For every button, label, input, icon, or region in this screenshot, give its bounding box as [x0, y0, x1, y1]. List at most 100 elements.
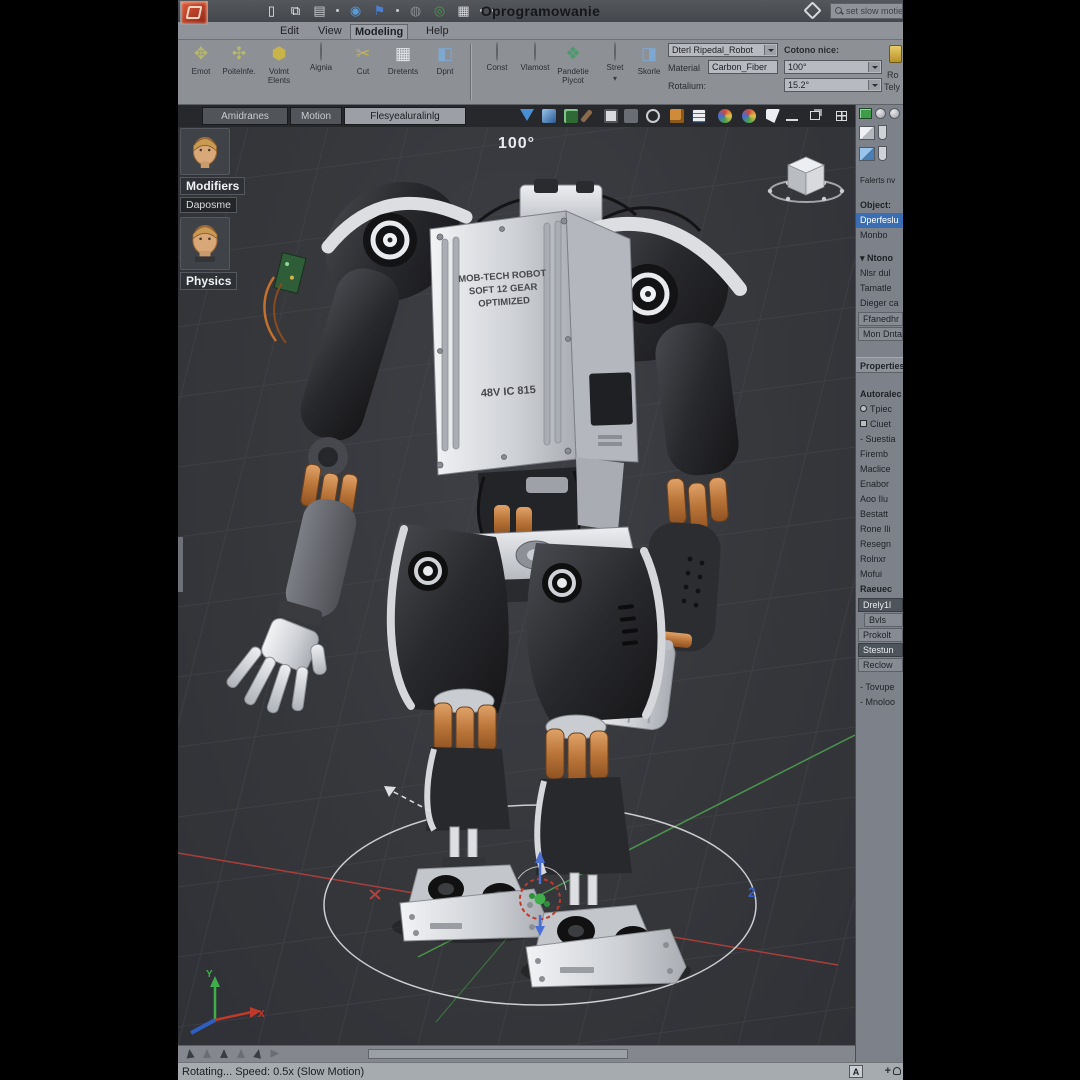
annotation-a-icon[interactable]: A [849, 1065, 863, 1078]
scene-icon[interactable] [859, 147, 875, 161]
modifier-dropdown[interactable]: Daposme [180, 197, 237, 213]
bottom-section[interactable]: - Mnoloo [856, 695, 903, 710]
minimize-button[interactable] [786, 111, 798, 121]
toolbar-button-dretents[interactable]: ▦ Dretents [382, 43, 424, 103]
modifiers-head-icon[interactable] [180, 128, 230, 175]
toolbar-button-pandetie[interactable]: ❖ Pandetie Piycot [552, 43, 594, 103]
prop-item[interactable]: Mofui [856, 567, 903, 582]
toolbar-button-vlamost[interactable]: Vlamost [514, 43, 556, 103]
transform-icon[interactable] [766, 109, 780, 123]
prop-item[interactable]: Firemb [856, 447, 903, 462]
menu-help[interactable]: Help [422, 24, 453, 38]
object-item[interactable]: Monbo [856, 228, 903, 243]
toolbar-button-dpnt[interactable]: ◧ Dpnt [424, 43, 466, 103]
toolbar-button-const[interactable]: Const [476, 43, 518, 103]
modifiers-button[interactable]: Modifiers [180, 177, 245, 195]
toolbar-button-stret[interactable]: Stret ▾ [596, 43, 634, 103]
toolbar-button-cut[interactable]: ✂ Cut [342, 43, 384, 103]
notification-icon[interactable] [893, 1067, 901, 1075]
plant-icon[interactable] [564, 109, 578, 123]
lasso-icon[interactable] [646, 109, 660, 123]
add-icon[interactable]: + [885, 1065, 891, 1077]
view-cube[interactable] [768, 157, 844, 202]
physics-head-icon[interactable] [180, 217, 230, 270]
robot-model[interactable]: MOB-TECH ROBOT SOFT 12 GEAR OPTIMIZED 48… [221, 159, 747, 987]
prop-item[interactable]: Enabor [856, 477, 903, 492]
keyframe-marker-icon[interactable] [271, 1050, 280, 1058]
keyframe-marker-icon[interactable] [253, 1048, 263, 1058]
prop-item[interactable]: Bestatt [856, 507, 903, 522]
tab-amidranes[interactable]: Amidranes [202, 107, 288, 125]
cut-off-yellow-icon[interactable] [889, 45, 902, 63]
properties-header[interactable]: Properties [856, 357, 903, 373]
toolbar-button-volmt[interactable]: ⬢ Volmt Elents [258, 43, 300, 103]
queue-item[interactable]: Bvls [864, 613, 903, 627]
tab-motion[interactable]: Motion [290, 107, 342, 125]
color-wheel-icon-2[interactable] [742, 109, 756, 123]
table-icon[interactable] [692, 109, 706, 123]
keyframe-marker-icon[interactable] [185, 1048, 194, 1058]
motion-item[interactable]: Nlsr dul [856, 266, 903, 281]
geometry-cube-icon[interactable] [859, 126, 875, 140]
search-input[interactable]: set slow motient [830, 3, 903, 19]
display-icon[interactable] [859, 108, 872, 119]
radio-option[interactable]: Tpiec [856, 402, 903, 417]
pen-icon[interactable] [580, 109, 593, 123]
toolbar-button-aignia[interactable]: Aignia [300, 43, 342, 103]
prop-item[interactable]: Rolnxr [856, 552, 903, 567]
menu-view[interactable]: View [314, 24, 346, 38]
physics-button[interactable]: Physics [180, 272, 237, 290]
keyframe-marker-icon[interactable] [237, 1049, 245, 1058]
material-field[interactable]: Carbon_Fiber [708, 60, 778, 74]
dropdown-arrow-icon[interactable] [764, 45, 776, 55]
timeline-scrubber[interactable] [368, 1049, 628, 1059]
main-toolbar: ✥ Emot ✣ Poitelnfe. ⬢ Volmt Elents Aigni… [178, 40, 903, 105]
material-ball-icon[interactable] [875, 108, 886, 119]
angle-field[interactable]: 100° [784, 60, 882, 74]
maximize-button[interactable] [836, 111, 847, 121]
queue-item-selected[interactable]: Drely1l [858, 598, 903, 612]
dropdown-arrow-icon[interactable] [868, 80, 880, 90]
motion-item[interactable]: Dieger ca [856, 296, 903, 311]
tab-flesyealuralinlg[interactable]: Flesyealuralinlg [344, 107, 466, 125]
toolbar-button-emot[interactable]: ✥ Emot [180, 43, 222, 103]
material-ball-icon-2[interactable] [889, 108, 900, 119]
flask-icon[interactable] [878, 125, 887, 140]
filter-icon[interactable] [520, 109, 534, 121]
split-sphere-icon [496, 42, 498, 61]
keyframe-marker-icon[interactable] [203, 1049, 211, 1058]
gradient-icon[interactable] [542, 109, 556, 123]
motion-item[interactable]: Tamatle [856, 281, 903, 296]
queue-item[interactable]: Prokolt [858, 628, 903, 642]
prop-item[interactable]: Rone Ili [856, 522, 903, 537]
package-icon[interactable] [670, 109, 684, 123]
object-item-selected[interactable]: Dperfeslu [856, 213, 903, 228]
color-wheel-icon[interactable] [718, 109, 732, 123]
motion-item-button[interactable]: Ffanedhr [858, 312, 903, 326]
prop-item[interactable]: Resegn [856, 537, 903, 552]
app-logo-icon[interactable] [180, 1, 208, 25]
flask-icon-2[interactable] [878, 146, 887, 161]
restore-button[interactable] [810, 111, 820, 120]
motion-item-button[interactable]: Mon Dnta [858, 327, 903, 341]
toolbar-button-skorle[interactable]: ◨ Skorle [632, 43, 666, 103]
bottom-section[interactable]: - Tovupe [856, 680, 903, 695]
prop-item[interactable]: Aoo Ilu [856, 492, 903, 507]
section-motion[interactable]: ▾ Ntono [856, 251, 903, 266]
viewport-3d[interactable]: MOB-TECH ROBOT SOFT 12 GEAR OPTIMIZED 48… [178, 127, 855, 1045]
object-select[interactable]: Dterl Ripedal_Robot [668, 43, 778, 57]
viewport-edge-handle[interactable] [178, 537, 183, 592]
queue-item[interactable]: Stestun [858, 643, 903, 657]
queue-item[interactable]: Reclow [858, 658, 903, 672]
toolbar-button-poitelnfe[interactable]: ✣ Poitelnfe. [218, 43, 260, 103]
rotation-field[interactable]: 15.2° [784, 78, 882, 92]
prop-item[interactable]: Maclice [856, 462, 903, 477]
region-icon[interactable] [624, 109, 638, 123]
menu-modeling[interactable]: Modeling [350, 24, 408, 39]
frame-icon[interactable] [604, 109, 618, 123]
checkbox-option[interactable]: Ciuet [856, 417, 903, 432]
dropdown-arrow-icon[interactable] [868, 62, 880, 72]
menu-edit[interactable]: Edit [276, 24, 303, 38]
keyframe-marker-icon[interactable] [220, 1049, 228, 1058]
prop-item[interactable]: - Suestia [856, 432, 903, 447]
